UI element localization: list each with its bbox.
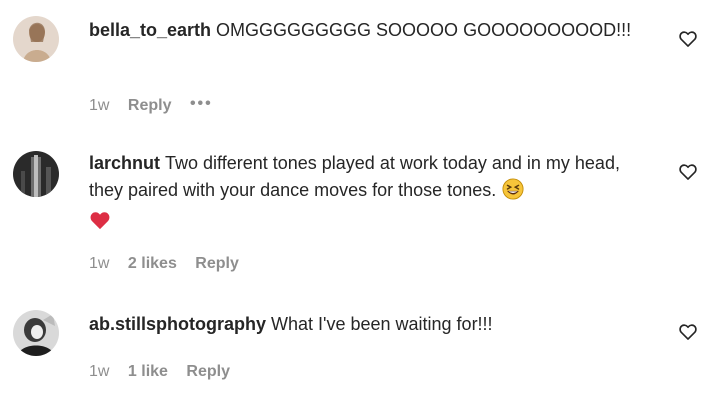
comment-username[interactable]: ab.stillsphotography xyxy=(89,314,266,334)
like-button[interactable] xyxy=(678,322,698,342)
avatar[interactable] xyxy=(13,151,59,197)
comment-time[interactable]: 1w xyxy=(89,97,109,114)
comment-meta: 1w 2 likes Reply xyxy=(89,255,253,273)
comment-username[interactable]: larchnut xyxy=(89,153,160,173)
avatar[interactable] xyxy=(13,310,59,356)
user-avatar-icon xyxy=(13,310,59,356)
reply-button[interactable]: Reply xyxy=(186,363,230,380)
comment-time[interactable]: 1w xyxy=(89,363,109,380)
likes-count[interactable]: 2 likes xyxy=(128,255,177,272)
comment-text: larchnut Two different tones played at wo… xyxy=(89,150,649,208)
grinning-squinting-face-emoji-icon xyxy=(502,178,524,208)
comment-text: ab.stillsphotography What I've been waiti… xyxy=(89,311,649,338)
comment-meta: 1w 1 like Reply xyxy=(89,363,244,381)
comment-list: bella_to_earth OMGGGGGGGGG SOOOOO GOOOOOO… xyxy=(0,0,715,402)
user-avatar-icon xyxy=(13,16,59,62)
comment-body: OMGGGGGGGGG SOOOOO GOOOOOOOOOD!!! xyxy=(216,20,632,40)
comment-body: Two different tones played at work today… xyxy=(89,153,620,200)
more-options-icon[interactable]: ••• xyxy=(190,95,213,112)
heart-outline-icon xyxy=(679,31,697,47)
comment-text: bella_to_earth OMGGGGGGGGG SOOOOO GOOOOOO… xyxy=(89,17,649,44)
heart-outline-icon xyxy=(679,164,697,180)
like-button[interactable] xyxy=(678,162,698,182)
heart-outline-icon xyxy=(679,324,697,340)
reply-button[interactable]: Reply xyxy=(128,97,172,114)
reply-button[interactable]: Reply xyxy=(195,255,239,272)
comment-meta: 1w Reply ••• xyxy=(89,95,227,115)
avatar[interactable] xyxy=(13,16,59,62)
likes-count[interactable]: 1 like xyxy=(128,363,168,380)
comment-time[interactable]: 1w xyxy=(89,255,109,272)
red-heart-emoji-icon xyxy=(89,210,649,235)
comment-username[interactable]: bella_to_earth xyxy=(89,20,211,40)
user-avatar-icon xyxy=(13,151,59,197)
comment-body: What I've been waiting for!!! xyxy=(271,314,493,334)
like-button[interactable] xyxy=(678,29,698,49)
